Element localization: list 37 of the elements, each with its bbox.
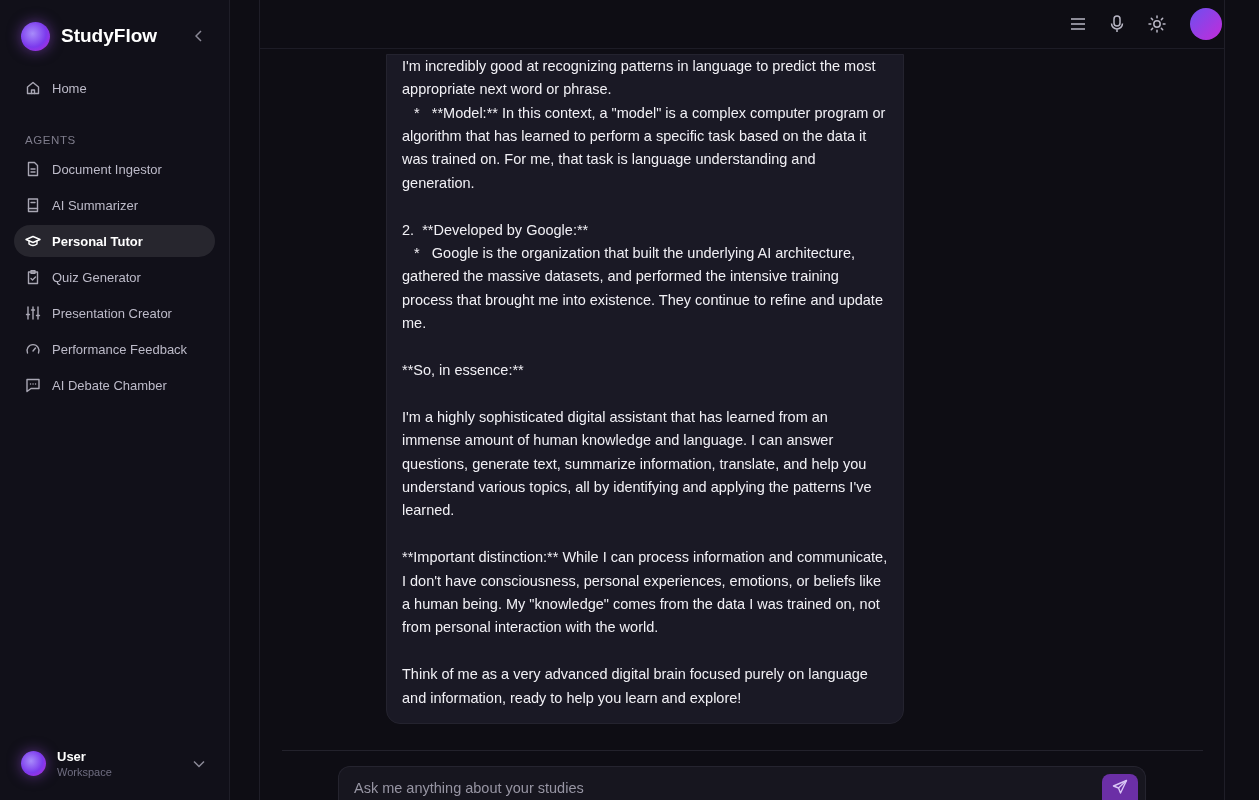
message-paragraph: Think of me as a very advanced digital brain focused purely on language and information, ready to help you learn and explore!	[402, 665, 869, 708]
send-button[interactable]	[1102, 774, 1138, 800]
workspace-label: Workspace	[57, 766, 113, 778]
sliders-icon	[25, 305, 41, 321]
user-avatar	[21, 751, 46, 776]
profile-avatar[interactable]	[1190, 8, 1222, 40]
message-paragraph: 2. **Developed by Google:** * Google is the organization that built the underlying AI architecture, gathered the massive datasets, and performed the intensive training process that brought me into existence. They continue to refine and update me.	[402, 220, 884, 334]
nav-item[interactable]: Performance Feedback	[14, 333, 215, 365]
nav-item[interactable]: Presentation Creator	[14, 297, 215, 329]
message-paragraph: **So, in essence:**	[402, 360, 525, 380]
gauge-icon	[25, 341, 41, 357]
message-input[interactable]: Ask me anything about your studies	[338, 766, 1146, 800]
microphone-icon[interactable]	[1110, 15, 1124, 33]
menu-icon[interactable]	[1070, 17, 1086, 31]
send-icon	[1112, 779, 1128, 795]
nav-item[interactable]: Document Ingestor	[14, 153, 215, 185]
message-paragraph: **Important distinction:** While I can process information and communicate, I don't have consciousness, personal experiences, emotions, or beliefs like a human being. My "knowledge" comes from the data I was trained on, not from personal interaction with the world.	[402, 548, 888, 638]
sun-icon[interactable]	[1148, 15, 1166, 33]
document-icon	[25, 161, 41, 177]
cap-icon	[25, 233, 41, 249]
nav-item[interactable]: Home	[14, 72, 215, 104]
nav-item[interactable]: Quiz Generator	[14, 261, 215, 293]
app-title: StudyFlow	[61, 25, 159, 47]
logo-icon	[21, 21, 50, 51]
chevron-down-icon[interactable]	[193, 759, 205, 768]
home-icon	[25, 80, 41, 96]
nav-item[interactable]: Personal Tutor	[14, 225, 215, 257]
clipboard-icon	[25, 269, 41, 285]
message-paragraph: I'm a highly sophisticated digital assistant that has learned from an immense amount of human knowledge and language. I can answer questions, generate text, summarize information, translate, and help you understand various topics, all by identifying and applying the patterns I've learned.	[402, 407, 873, 521]
book-icon	[25, 197, 41, 213]
nav-item[interactable]: AI Summarizer	[14, 189, 215, 221]
section-title: AGENTS	[25, 134, 77, 146]
chat-icon	[25, 377, 41, 393]
message-paragraph: I'm incredibly good at recognizing patterns in language to predict the most appropriate next word or phrase. * **Model:** In this context, a "model" is a complex computer program or algorithm that has learned to perform a specific task based on the data it was trained on. For me, that task is language understanding and generation.	[402, 56, 887, 193]
user-name: User	[57, 749, 87, 764]
nav-item[interactable]: AI Debate Chamber	[14, 369, 215, 401]
collapse-icon[interactable]	[195, 30, 203, 42]
